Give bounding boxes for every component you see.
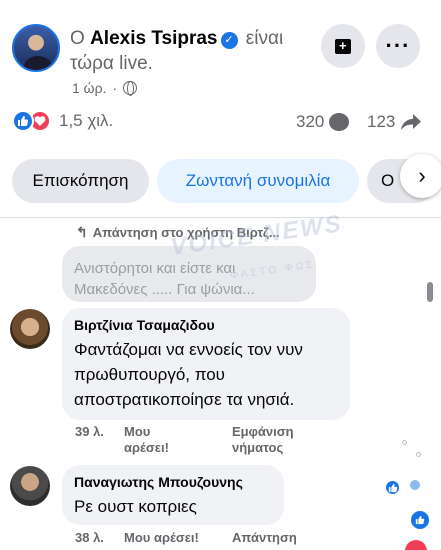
- reply-arrow-icon: ↰: [76, 224, 88, 240]
- author-name[interactable]: Alexis Tsipras: [90, 28, 217, 49]
- post-header: Ο Alexis Tsipras ✓ είναι τώρα live. 1 ώρ.…: [0, 0, 441, 100]
- floating-like-icon: [411, 511, 429, 529]
- comment-author[interactable]: Παναγιωτης Μπουζουνης: [74, 473, 272, 492]
- share-count-value: 123: [367, 112, 396, 131]
- more-options-button[interactable]: ···: [376, 24, 420, 68]
- post-meta: 1 ώρ. ·: [72, 80, 138, 96]
- floating-love-icon: [405, 540, 427, 550]
- floating-like-icon: [386, 481, 399, 494]
- scrollbar-thumb[interactable]: [427, 282, 433, 302]
- tab-overview[interactable]: Επισκόπηση: [12, 159, 149, 203]
- globe-icon: [123, 81, 138, 96]
- like-reaction-icon: [12, 110, 34, 132]
- comment-count-value: 320: [296, 112, 325, 131]
- post-time[interactable]: 1 ώρ.: [72, 80, 106, 96]
- chevron-right-icon: ›: [418, 163, 426, 188]
- comment-text: Ρε ουστ κοπριες: [74, 497, 197, 516]
- save-button[interactable]: [321, 24, 365, 68]
- divider: [0, 217, 441, 218]
- reactions-summary[interactable]: 1,5 χιλ.: [12, 110, 113, 132]
- share-arrow-icon: [401, 114, 422, 130]
- comment-time[interactable]: 39 λ.: [75, 424, 105, 440]
- comment-time[interactable]: 38 λ.: [75, 530, 104, 545]
- show-thread-button[interactable]: Εμφάνιση νήματος: [232, 424, 312, 456]
- post-title: Ο Alexis Tsipras ✓ είναι τώρα live.: [70, 26, 320, 76]
- ellipsis-icon: ···: [385, 33, 411, 58]
- comment-reply-button[interactable]: Απάντηση: [232, 530, 297, 545]
- title-prefix: Ο: [70, 28, 85, 49]
- bookmark-add-icon: [335, 38, 351, 54]
- floating-reaction-dot: [416, 452, 421, 457]
- comment-text: Φαντάζομαι να εννοείς τον νυν πρωθυπουργ…: [74, 340, 303, 409]
- floating-reaction-dot: [402, 440, 407, 445]
- share-count[interactable]: 123: [367, 112, 422, 132]
- reaction-count: 1,5 χιλ.: [59, 111, 114, 130]
- comment-bubble: Βιρτζίνια Τσαμαζιδου Φαντάζομαι να εννοε…: [62, 308, 350, 420]
- comment-author[interactable]: Βιρτζίνια Τσαμαζιδου: [74, 316, 338, 335]
- tab-bar: Επισκόπηση Ζωντανή συνομιλία Ο: [12, 159, 437, 203]
- commenter-avatar[interactable]: [10, 309, 50, 349]
- tabs-next-button[interactable]: ›: [400, 154, 441, 198]
- verified-badge-icon: ✓: [220, 32, 238, 49]
- comment-bubble-icon: [329, 113, 350, 131]
- meta-separator: ·: [112, 80, 118, 96]
- comment-like-button[interactable]: Μου αρέσει!: [124, 530, 199, 545]
- comment-count[interactable]: 320: [296, 112, 350, 132]
- floating-like-icon: [410, 480, 420, 490]
- comment-bubble: Παναγιωτης Μπουζουνης Ρε ουστ κοπριες: [62, 465, 284, 525]
- commenter-avatar[interactable]: [10, 466, 50, 506]
- tab-live-chat[interactable]: Ζωντανή συνομιλία: [157, 159, 359, 203]
- author-avatar[interactable]: [12, 24, 60, 72]
- comment-like-button[interactable]: Μου αρέσει!: [124, 424, 184, 456]
